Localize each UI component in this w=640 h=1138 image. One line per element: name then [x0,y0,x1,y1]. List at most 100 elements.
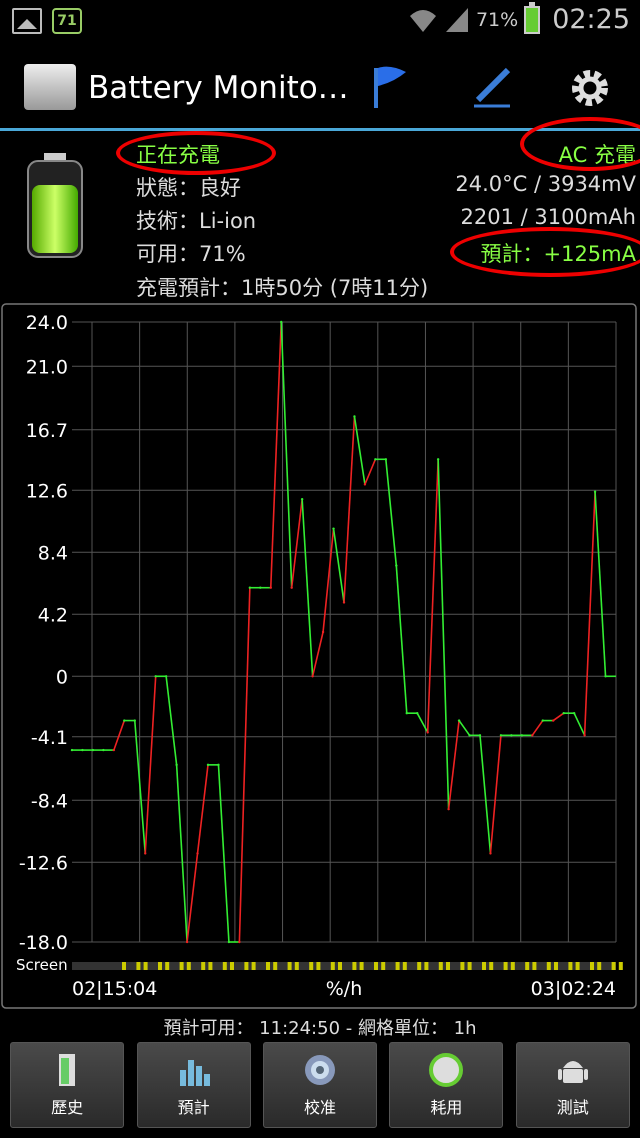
series-segment [364,458,377,485]
calibrate-button[interactable]: 校准 [262,1042,377,1128]
data-point [426,731,429,734]
pencil-icon[interactable] [470,64,516,110]
screen-on-mark [417,962,422,970]
x-end-label: 03|02:24 [531,978,616,1000]
y-tick-label: 8.4 [38,542,68,564]
series-segment [437,459,450,810]
battery-charging-icon [524,1,541,34]
series-segment [489,735,502,854]
wifi-icon [409,9,436,32]
screen-on-mark [438,962,443,970]
screen-label: Screen [16,956,68,974]
chart-canvas: 24.0 21.0 16.7 12.6 8.4 4.2 0 -4.1 -8.4 -12.6 -18.… [1,303,637,1009]
screen-on-mark [359,962,364,970]
data-point [604,675,607,678]
battery-rate-chart: 24.0 21.0 16.7 12.6 8.4 4.2 0 -4.1 -8.4 -12.6 -18.… [0,302,640,1010]
screen-on-mark [424,962,429,970]
screen-on-mark [165,962,170,970]
data-point [154,675,157,678]
android-test-icon [557,1061,588,1083]
data-point [269,586,272,589]
estimate-icon [179,1060,210,1086]
data-point [164,675,168,678]
data-point [70,748,74,752]
bottom-toolbar: 歷史 預計 校准 耗用 測試 [0,1042,640,1138]
series-segment [353,416,366,485]
data-point [353,415,356,418]
data-point [395,564,398,567]
y-tick-label: 24.0 [26,312,68,334]
annotation-ellipse [116,131,276,175]
estimate-button[interactable]: 預計 [136,1042,251,1128]
data-point [238,940,241,944]
screen-on-mark [546,962,551,970]
annotation-ellipse [450,227,640,277]
screen-on-mark [273,962,278,970]
app-icon[interactable] [24,64,76,110]
button-label: 耗用 [430,1098,463,1117]
button-label: 歷史 [51,1098,84,1117]
battery-health: 狀態：良好 [136,176,241,200]
series-segment [385,459,398,566]
flag-icon[interactable] [370,64,410,110]
x-axis-label: %/h [326,978,363,1000]
notification-badge: 71 [52,8,82,34]
screen-on-mark [611,962,616,970]
screen-on-mark [338,962,342,970]
picture-notification-icon [12,8,42,34]
data-point [185,940,189,944]
data-point [405,711,408,715]
data-point [374,458,377,461]
history-button[interactable]: 歷史 [10,1042,125,1128]
series-segment [552,712,565,722]
screen-on-mark [136,962,141,970]
usage-icon [429,1053,464,1087]
series-segment [217,764,230,943]
series-segment [290,499,303,588]
data-point [499,734,503,737]
screen-on-mark [201,962,206,970]
series-segment [395,565,408,714]
screen-on-mark [575,962,580,970]
screen-on-mark [251,962,256,970]
screen-on-mark [158,962,162,970]
data-point [447,807,450,811]
data-point [562,711,565,715]
screen-on-mark [446,962,450,970]
data-point [259,586,262,589]
screen-on-mark [503,962,508,970]
screen-on-mark [186,962,191,970]
y-tick-label: -12.6 [19,852,68,874]
data-point [468,734,471,737]
annotation-ellipse [520,117,640,171]
screen-on-mark [590,962,594,970]
series-segment [479,735,492,854]
series-segment [322,528,335,633]
series-segment [332,528,345,603]
data-point [416,711,419,715]
data-point [102,748,105,752]
data-point [520,734,524,737]
usage-button[interactable]: 耗用 [389,1042,504,1128]
chart-frame [1,303,637,1009]
battery-percent: 71% [475,8,519,31]
screen-on-mark [374,962,378,970]
signal-icon [445,7,468,32]
data-point [144,852,147,855]
screen-on-mark [230,962,234,970]
y-tick-label: -18.0 [19,932,68,954]
y-tick-label: -4.1 [31,727,68,749]
screen-on-mark [244,962,249,970]
data-point [572,711,576,715]
data-point [583,734,586,737]
button-label: 校准 [303,1098,336,1117]
screen-on-mark [287,962,292,970]
data-point [206,763,210,767]
settings-gear-icon[interactable] [568,66,612,110]
app-title: Battery Monito… [88,70,349,106]
battery-level-icon [27,153,83,258]
series-segment [573,712,586,736]
series-segment [301,499,314,677]
data-point [321,630,325,634]
test-button[interactable]: 測試 [515,1042,630,1128]
